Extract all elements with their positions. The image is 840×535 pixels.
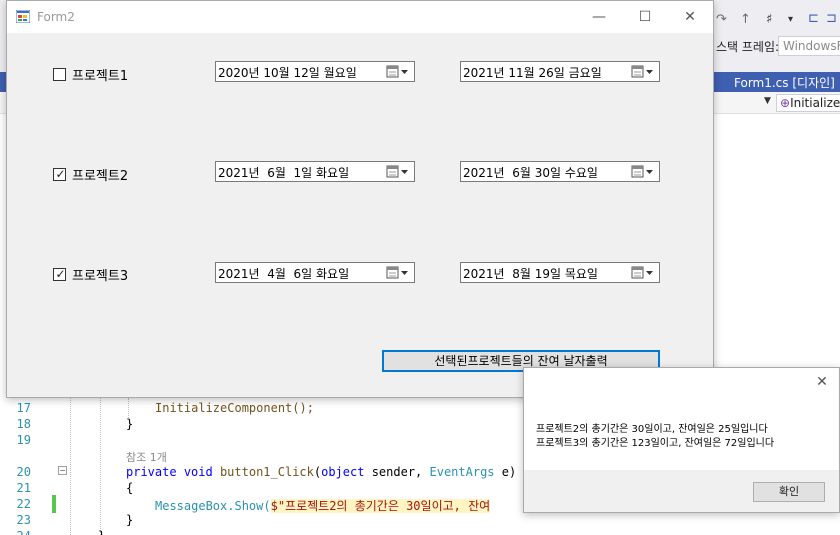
project2-checkbox[interactable]: ✓ 프로젝트2 (53, 165, 128, 184)
form2-titlebar[interactable]: Form2 — ☐ ✕ (7, 1, 713, 33)
method-name: button1_Click (219, 465, 314, 479)
project1-end-date-picker[interactable]: 2021년 11월 26일 금요일 (460, 61, 660, 82)
stack-frame-label: 스택 프레임: (716, 40, 780, 54)
form2-window: Form2 — ☐ ✕ 프로젝트1 2020년 10월 12일 월요일 2021… (6, 0, 714, 398)
stack-frame-combo[interactable]: WindowsFo (778, 36, 840, 56)
collapse-icon[interactable]: − (58, 466, 67, 475)
code-line: } (98, 529, 105, 535)
project1-checkbox[interactable]: 프로젝트1 (53, 65, 128, 84)
close-icon[interactable]: ✕ (678, 7, 702, 27)
ok-button[interactable]: 확인 (753, 482, 825, 502)
code-line: } (126, 513, 134, 527)
project3-end-date-picker[interactable]: 2021년 8월 19일 목요일 (460, 262, 660, 283)
member-nav-combo[interactable]: ⊕Initialize (776, 94, 840, 112)
date-value: 2021년 6월 1일 화요일 (218, 166, 350, 180)
change-marker (52, 495, 56, 513)
checkbox-box[interactable] (53, 68, 66, 81)
maximize-icon[interactable]: ☐ (633, 7, 657, 27)
project3-checkbox[interactable]: ✓ 프로젝트3 (53, 265, 128, 284)
indent-guide (70, 398, 71, 535)
codelens-reference[interactable]: 참조 1개 (126, 449, 167, 465)
checkbox-label: 프로젝트3 (72, 269, 129, 284)
method-icon: ⊕ (780, 96, 791, 110)
line-number: 22 (16, 497, 31, 511)
date-value: 2021년 11월 26일 금요일 (463, 66, 602, 80)
code-text: sender, (364, 465, 430, 479)
date-value: 2021년 4월 6일 화요일 (218, 267, 350, 281)
message-line: 프로젝트3의 총기간은 123일이고, 잔여일은 72일입니다 (536, 438, 775, 449)
line-number: 20 (16, 465, 31, 479)
line-number: 24 (0, 529, 31, 535)
code-line: { (126, 481, 134, 495)
layout-icon[interactable]: ⊏ (808, 11, 819, 26)
check-icon: ✓ (55, 167, 66, 181)
line-number: 18 (16, 417, 31, 431)
form-app-icon (16, 10, 30, 23)
chevron-down-icon[interactable]: ▼ (764, 96, 771, 106)
line-number: 23 (16, 513, 31, 527)
checkbox-label: 프로젝트1 (72, 69, 129, 84)
calendar-icon[interactable] (386, 265, 410, 280)
project3-start-date-picker[interactable]: 2021년 4월 6일 화요일 (215, 262, 415, 283)
code-line: } (126, 417, 134, 431)
dropdown-icon[interactable]: ▾ (788, 14, 793, 25)
indent-guide (128, 398, 129, 418)
checkbox-box[interactable]: ✓ (53, 267, 66, 281)
close-icon[interactable]: ✕ (813, 374, 831, 390)
checkbox-label: 프로젝트2 (72, 169, 129, 184)
member-nav-label: Initialize (790, 96, 840, 110)
minimize-icon[interactable]: — (587, 7, 611, 27)
keyword: private (126, 465, 177, 479)
calendar-icon[interactable] (386, 64, 410, 79)
calendar-icon[interactable] (386, 164, 410, 179)
code-line: InitializeComponent(); (155, 401, 314, 415)
layout-icon-2[interactable]: ⊐ (826, 11, 837, 26)
tab-form1-designer[interactable]: Form1.cs [디자인] (726, 72, 840, 92)
date-value: 2021년 8월 19일 목요일 (463, 267, 598, 281)
check-icon: ✓ (55, 267, 66, 281)
line-number: 21 (16, 481, 31, 495)
checkbox-box[interactable]: ✓ (53, 167, 66, 181)
code-line: MessageBox.Show($"프로젝트2의 총기간은 30일이고, 잔여 (155, 497, 491, 514)
message-box: ✕ 프로젝트2의 총기간은 30일이고, 잔여일은 25일입니다 프로젝트3의 … (523, 367, 840, 513)
code-line: private void button1_Click(object sender… (126, 465, 516, 479)
string-literal: $"프로젝트2의 총기간은 30일이고, 잔여 (270, 499, 491, 513)
keyword: object (321, 465, 365, 479)
line-number: 19 (16, 433, 31, 447)
date-value: 2020년 10월 12일 월요일 (218, 66, 357, 80)
code-text: e) (494, 465, 517, 479)
calendar-icon[interactable] (631, 164, 655, 179)
calendar-icon[interactable] (631, 64, 655, 79)
project2-start-date-picker[interactable]: 2021년 6월 1일 화요일 (215, 161, 415, 182)
project1-start-date-picker[interactable]: 2020년 10월 12일 월요일 (215, 61, 415, 82)
message-line: 프로젝트2의 총기간은 30일이고, 잔여일은 25일입니다 (536, 424, 768, 435)
project2-end-date-picker[interactable]: 2021년 6월 30일 수요일 (460, 161, 660, 182)
message-box-footer: 확인 (524, 470, 839, 512)
keyword: void (183, 465, 213, 479)
undo-icon[interactable]: ↷ (716, 12, 727, 27)
code-text: InitializeComponent(); (155, 401, 314, 415)
indent-guide (100, 398, 101, 535)
up-arrow-icon[interactable]: ↑ (740, 12, 751, 27)
format-icon[interactable]: ♯ (766, 12, 772, 27)
calendar-icon[interactable] (631, 265, 655, 280)
type-name: EventArgs (429, 465, 495, 479)
window-title: Form2 (37, 10, 75, 24)
line-number: 17 (16, 401, 31, 415)
code-text: MessageBox.Show( (155, 499, 271, 513)
date-value: 2021년 6월 30일 수요일 (463, 166, 598, 180)
